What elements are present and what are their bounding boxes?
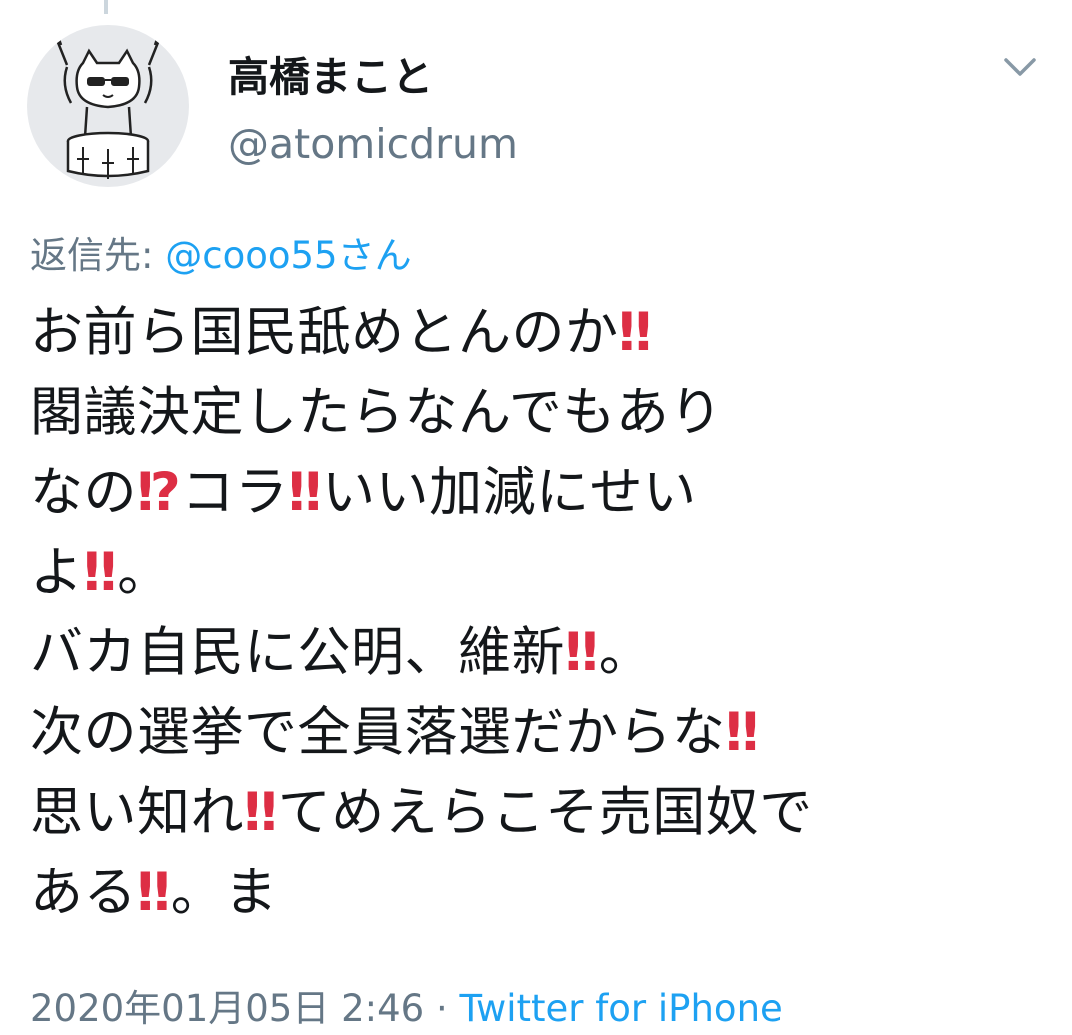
tweet-text-segment: いい加減にせい <box>322 462 697 523</box>
double-exclamation-icon: ‼ <box>288 462 323 523</box>
tweet-line: なの⁉コラ‼いい加減にせい <box>30 453 1060 533</box>
meta-separator: · <box>424 987 460 1030</box>
author-display-name[interactable]: 高橋まこと <box>228 43 433 103</box>
author-handle[interactable]: @atomicdrum <box>228 120 518 168</box>
tweet-line: 次の選挙で全員落選だからな‼ <box>30 693 1060 773</box>
tweet-text-segment: なの <box>30 462 137 523</box>
tweet-line: バカ自民に公明、維新‼。 <box>30 613 1060 693</box>
tweet-text-segment: バカ自民に公明、維新 <box>30 622 565 683</box>
tweet-metadata: 2020年01月05日 2:46 · Twitter for iPhone <box>30 978 783 1032</box>
cat-drummer-avatar-icon <box>55 32 161 179</box>
tweet-line: よ‼。 <box>30 533 1060 613</box>
tweet-line: ある‼。ま <box>30 853 1060 933</box>
double-exclamation-icon: ‼ <box>83 542 118 603</box>
tweet-text: お前ら国民舐めとんのか‼ 閣議決定したらなんでもあり なの⁉コラ‼いい加減にせい よ‼… <box>30 293 1060 933</box>
tweet-line: 思い知れ‼てめえらこそ売国奴で <box>30 773 1060 853</box>
tweet-text-segment: 。 <box>598 622 653 683</box>
tweet-text-segment: 。 <box>117 542 171 603</box>
avatar[interactable] <box>27 25 189 187</box>
tweet-source-link[interactable]: Twitter for iPhone <box>459 987 782 1030</box>
tweet-text-segment: 次の選挙で全員落選だからな <box>30 702 726 763</box>
double-exclamation-icon: ‼ <box>565 622 599 683</box>
tweet-text-segment: てめえらこそ売国奴で <box>277 782 813 843</box>
tweet-line: 閣議決定したらなんでもあり <box>30 373 1060 453</box>
tweet-text-segment: コラ <box>181 462 289 523</box>
reply-to-label: 返信先: <box>30 234 166 277</box>
reply-mention-link[interactable]: @cooo55さん <box>165 234 411 277</box>
tweet-timestamp[interactable]: 2020年01月05日 2:46 <box>30 987 424 1030</box>
tweet-text-segment: 思い知れ <box>30 782 244 843</box>
reply-to-line: 返信先: @cooo55さん <box>30 225 412 279</box>
double-exclamation-icon: ‼ <box>244 782 278 843</box>
tweet-text-segment: 閣議決定したらなんでもあり <box>30 382 723 443</box>
tweet-text-segment: お前ら国民舐めとんのか <box>30 302 619 363</box>
thread-connector-line <box>104 0 108 14</box>
exclamation-question-icon: ⁉ <box>137 462 182 523</box>
double-exclamation-icon: ‼ <box>137 862 171 923</box>
tweet-text-segment: 。ま <box>170 862 278 923</box>
tweet-text-segment: ある <box>30 862 137 923</box>
double-exclamation-icon: ‼ <box>618 302 653 363</box>
chevron-down-icon[interactable] <box>1000 52 1040 82</box>
tweet-line: お前ら国民舐めとんのか‼ <box>30 293 1060 373</box>
double-exclamation-icon: ‼ <box>725 702 760 763</box>
tweet-text-segment: よ <box>30 542 84 603</box>
